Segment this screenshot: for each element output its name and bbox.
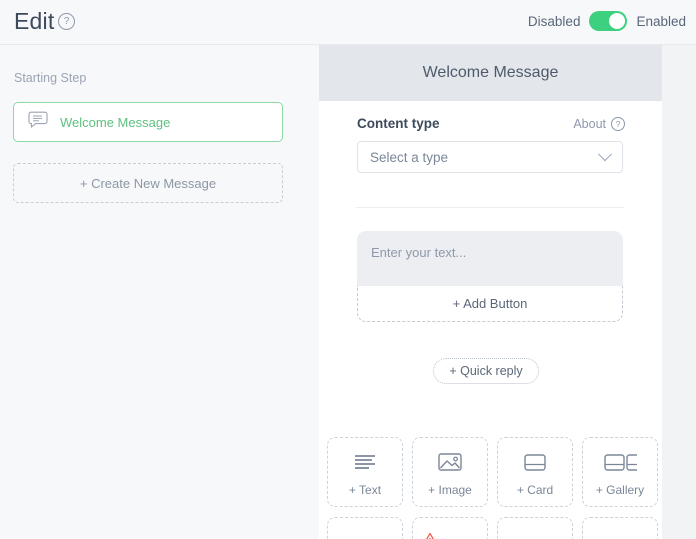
enable-toggle-group: Disabled Enabled: [528, 11, 686, 31]
panel-title: Welcome Message: [422, 64, 559, 81]
content-type-tiles: + Text + Image + Card + Gallery: [327, 437, 662, 539]
content-type-label: Content type: [357, 116, 440, 131]
message-text-input[interactable]: Enter your text...: [357, 231, 623, 287]
card-icon: [522, 447, 548, 477]
tile-video[interactable]: [582, 517, 658, 539]
top-bar: Edit Disabled Enabled: [0, 0, 696, 45]
tile-image[interactable]: + Image: [412, 437, 488, 507]
right-gutter: [662, 45, 696, 539]
editor-panel: Welcome Message Content type About Selec…: [319, 45, 662, 539]
page-title: Edit: [14, 8, 55, 34]
about-label: About: [573, 117, 606, 131]
tile-gallery[interactable]: + Gallery: [582, 437, 658, 507]
speech-bubble-icon: [28, 111, 48, 134]
megaphone-icon: [522, 534, 548, 539]
tile-megaphone[interactable]: [497, 517, 573, 539]
tile-drop[interactable]: [327, 517, 403, 539]
tile-table[interactable]: [412, 517, 488, 539]
chevron-down-icon: [597, 147, 613, 162]
tile-label: + Image: [428, 483, 472, 497]
about-link[interactable]: About: [573, 117, 625, 131]
image-icon: [437, 447, 463, 477]
sidebar-item-label: Welcome Message: [60, 114, 171, 130]
toggle-off-label: Disabled: [527, 13, 581, 29]
drop-icon: [354, 534, 376, 539]
edit-chatbot-screen: Edit Disabled Enabled Starting Step: [0, 0, 696, 539]
sidebar-heading: Starting Step: [14, 71, 87, 85]
quick-reply-button[interactable]: + Quick reply: [433, 358, 539, 384]
message-placeholder: Enter your text...: [371, 245, 467, 260]
question-circle-icon[interactable]: [58, 13, 75, 31]
select-placeholder: Select a type: [370, 149, 449, 165]
video-play-icon: [607, 534, 633, 539]
toggle-on-label: Enabled: [636, 13, 686, 29]
content-type-select[interactable]: Select a type: [357, 141, 623, 173]
tile-label: + Text: [348, 483, 382, 497]
toggle-knob: [609, 13, 626, 29]
create-new-message-button[interactable]: + Create New Message: [13, 163, 283, 203]
gallery-icon: [603, 447, 637, 477]
enable-toggle[interactable]: [589, 11, 628, 31]
tile-label: + Card: [516, 483, 554, 497]
warning-triangle-icon: [422, 532, 438, 539]
sidebar-item-welcome-message[interactable]: Welcome Message: [13, 102, 283, 142]
text-lines-icon: [352, 447, 378, 477]
question-circle-icon: [611, 117, 625, 131]
section-divider: [356, 207, 624, 208]
tile-card[interactable]: + Card: [497, 437, 573, 507]
sidebar: Starting Step Welcome Message + Create N…: [0, 45, 319, 539]
tile-text[interactable]: + Text: [327, 437, 403, 507]
tile-label: + Gallery: [595, 483, 645, 497]
add-button-button[interactable]: + Add Button: [357, 286, 623, 322]
table-icon: [436, 534, 464, 539]
panel-header: Welcome Message: [319, 45, 662, 101]
